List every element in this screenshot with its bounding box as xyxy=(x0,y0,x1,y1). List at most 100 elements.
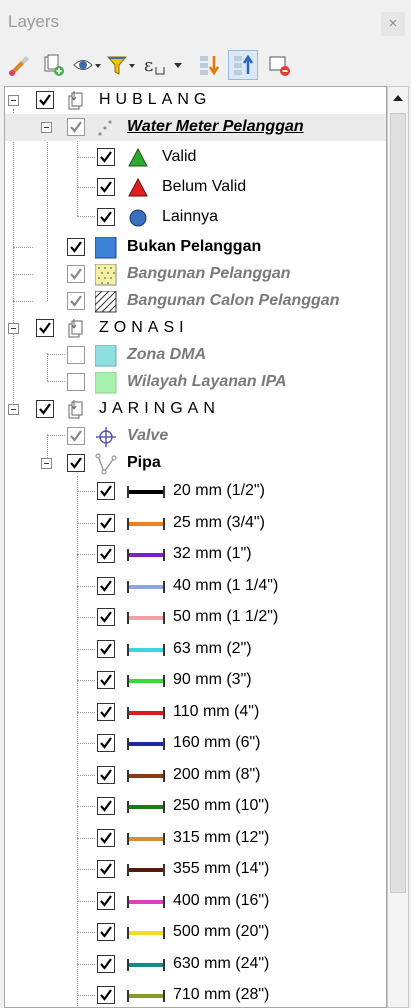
visibility-checkbox[interactable] xyxy=(97,986,115,1004)
layer-bangunan-calon-pelanggan[interactable]: Bangunan Calon Pelanggan xyxy=(5,288,386,315)
visibility-checkbox[interactable] xyxy=(97,892,115,910)
legend-item-pipe[interactable]: 50 mm (1 1/2") xyxy=(5,604,386,631)
visibility-checkbox[interactable] xyxy=(97,514,115,532)
layer-label: Valve xyxy=(127,427,169,444)
legend-label: 32 mm (1") xyxy=(173,545,252,562)
add-group-icon[interactable] xyxy=(38,50,68,80)
legend-item-pipe[interactable]: 20 mm (1/2") xyxy=(5,478,386,505)
collapse-toggle[interactable] xyxy=(41,122,52,133)
visibility-checkbox[interactable] xyxy=(67,346,85,364)
visibility-checkbox[interactable] xyxy=(97,703,115,721)
legend-item-pipe[interactable]: 200 mm (8") xyxy=(5,762,386,789)
group-label: HUBLANG xyxy=(99,91,212,108)
layer-water-meter-pelanggan[interactable]: Water Meter Pelanggan xyxy=(5,114,386,141)
collapse-toggle[interactable] xyxy=(8,95,19,106)
collapse-toggle[interactable] xyxy=(8,404,19,415)
visibility-checkbox[interactable] xyxy=(97,545,115,563)
layer-wilayah-layanan-ipa[interactable]: Wilayah Layanan IPA xyxy=(5,369,386,396)
visibility-checkbox[interactable] xyxy=(97,671,115,689)
pipe-line-symbol xyxy=(127,833,165,845)
visibility-checkbox[interactable] xyxy=(97,608,115,626)
collapse-toggle[interactable] xyxy=(41,458,52,469)
legend-label: 250 mm (10") xyxy=(173,797,270,814)
visibility-eye-icon[interactable] xyxy=(72,50,102,80)
cyan-fill-icon xyxy=(94,344,117,367)
remove-layer-icon[interactable] xyxy=(264,50,294,80)
legend-item-pipe[interactable]: 40 mm (1 1/4") xyxy=(5,573,386,600)
pipe-line-symbol xyxy=(127,738,165,750)
legend-item-pipe[interactable]: 710 mm (28") xyxy=(5,982,386,1007)
visibility-checkbox[interactable] xyxy=(97,955,115,973)
visibility-checkbox[interactable] xyxy=(97,766,115,784)
legend-item-pipe[interactable]: 63 mm (2") xyxy=(5,636,386,663)
style-manager-icon[interactable] xyxy=(4,50,34,80)
tree-connector xyxy=(77,743,95,744)
layer-pipa[interactable]: Pipa xyxy=(5,450,386,477)
expand-all-icon[interactable] xyxy=(194,50,224,80)
visibility-checkbox[interactable] xyxy=(97,482,115,500)
layer-valve[interactable]: Valve xyxy=(5,423,386,450)
filter-icon[interactable] xyxy=(106,50,136,80)
scroll-up-arrow-icon[interactable] xyxy=(388,87,408,109)
green-triangle-icon xyxy=(127,147,149,169)
legend-item-pipe[interactable]: 110 mm (4") xyxy=(5,699,386,726)
visibility-checkbox[interactable] xyxy=(97,829,115,847)
visibility-checkbox[interactable] xyxy=(67,427,85,445)
visibility-checkbox[interactable] xyxy=(97,640,115,658)
group-hublang[interactable]: HUBLANG xyxy=(5,87,386,114)
legend-item-valid[interactable]: Valid xyxy=(5,144,386,171)
visibility-checkbox[interactable] xyxy=(97,797,115,815)
group-zonasi[interactable]: ZONASI xyxy=(5,315,386,342)
visibility-checkbox[interactable] xyxy=(67,454,85,472)
group-jaringan[interactable]: JARINGAN xyxy=(5,396,386,423)
visibility-checkbox[interactable] xyxy=(97,734,115,752)
visibility-checkbox[interactable] xyxy=(36,91,54,109)
tree-connector xyxy=(77,554,95,555)
legend-item-pipe[interactable]: 160 mm (6") xyxy=(5,730,386,757)
legend-item-lainnya[interactable]: Lainnya xyxy=(5,204,386,231)
layer-label: Bangunan Calon Pelanggan xyxy=(127,292,340,309)
close-button[interactable]: × xyxy=(381,12,405,36)
filter-expression-icon[interactable]: ε xyxy=(142,50,186,80)
visibility-checkbox[interactable] xyxy=(97,148,115,166)
tree-connector xyxy=(77,712,95,713)
pipe-line-symbol xyxy=(127,927,165,939)
group-label: ZONASI xyxy=(99,319,189,336)
legend-item-pipe[interactable]: 630 mm (24") xyxy=(5,951,386,978)
visibility-checkbox[interactable] xyxy=(97,178,115,196)
legend-item-pipe[interactable]: 315 mm (12") xyxy=(5,825,386,852)
visibility-checkbox[interactable] xyxy=(97,577,115,595)
tree-connector xyxy=(77,680,95,681)
legend-item-pipe[interactable]: 400 mm (16") xyxy=(5,888,386,915)
visibility-checkbox[interactable] xyxy=(97,923,115,941)
collapse-toggle[interactable] xyxy=(8,323,19,334)
legend-item-pipe[interactable]: 355 mm (14") xyxy=(5,856,386,883)
visibility-checkbox[interactable] xyxy=(97,860,115,878)
layer-bangunan-pelanggan[interactable]: Bangunan Pelanggan xyxy=(5,261,386,288)
visibility-checkbox[interactable] xyxy=(67,238,85,256)
visibility-checkbox[interactable] xyxy=(67,118,85,136)
layer-group-icon xyxy=(65,399,87,421)
vertical-scrollbar[interactable] xyxy=(387,86,409,1008)
pipe-line-symbol xyxy=(127,612,165,624)
visibility-checkbox[interactable] xyxy=(36,400,54,418)
layer-zona-dma[interactable]: Zona DMA xyxy=(5,342,386,369)
visibility-checkbox[interactable] xyxy=(67,292,85,310)
visibility-checkbox[interactable] xyxy=(67,373,85,391)
legend-item-pipe[interactable]: 90 mm (3") xyxy=(5,667,386,694)
visibility-checkbox[interactable] xyxy=(97,208,115,226)
visibility-checkbox[interactable] xyxy=(67,265,85,283)
legend-item-pipe[interactable]: 500 mm (20") xyxy=(5,919,386,946)
legend-item-belum-valid[interactable]: Belum Valid xyxy=(5,174,386,201)
legend-item-pipe[interactable]: 32 mm (1") xyxy=(5,541,386,568)
collapse-all-icon[interactable] xyxy=(228,50,258,80)
layer-bukan-pelanggan[interactable]: Bukan Pelanggan xyxy=(5,234,386,261)
scrollbar-thumb[interactable] xyxy=(390,113,406,893)
visibility-checkbox[interactable] xyxy=(36,319,54,337)
legend-item-pipe[interactable]: 250 mm (10") xyxy=(5,793,386,820)
legend-item-pipe[interactable]: 25 mm (3/4") xyxy=(5,510,386,537)
tree-connector xyxy=(77,964,95,965)
point-symbols-icon xyxy=(95,117,117,139)
pipe-line-symbol xyxy=(127,959,165,971)
red-triangle-icon xyxy=(127,177,149,199)
